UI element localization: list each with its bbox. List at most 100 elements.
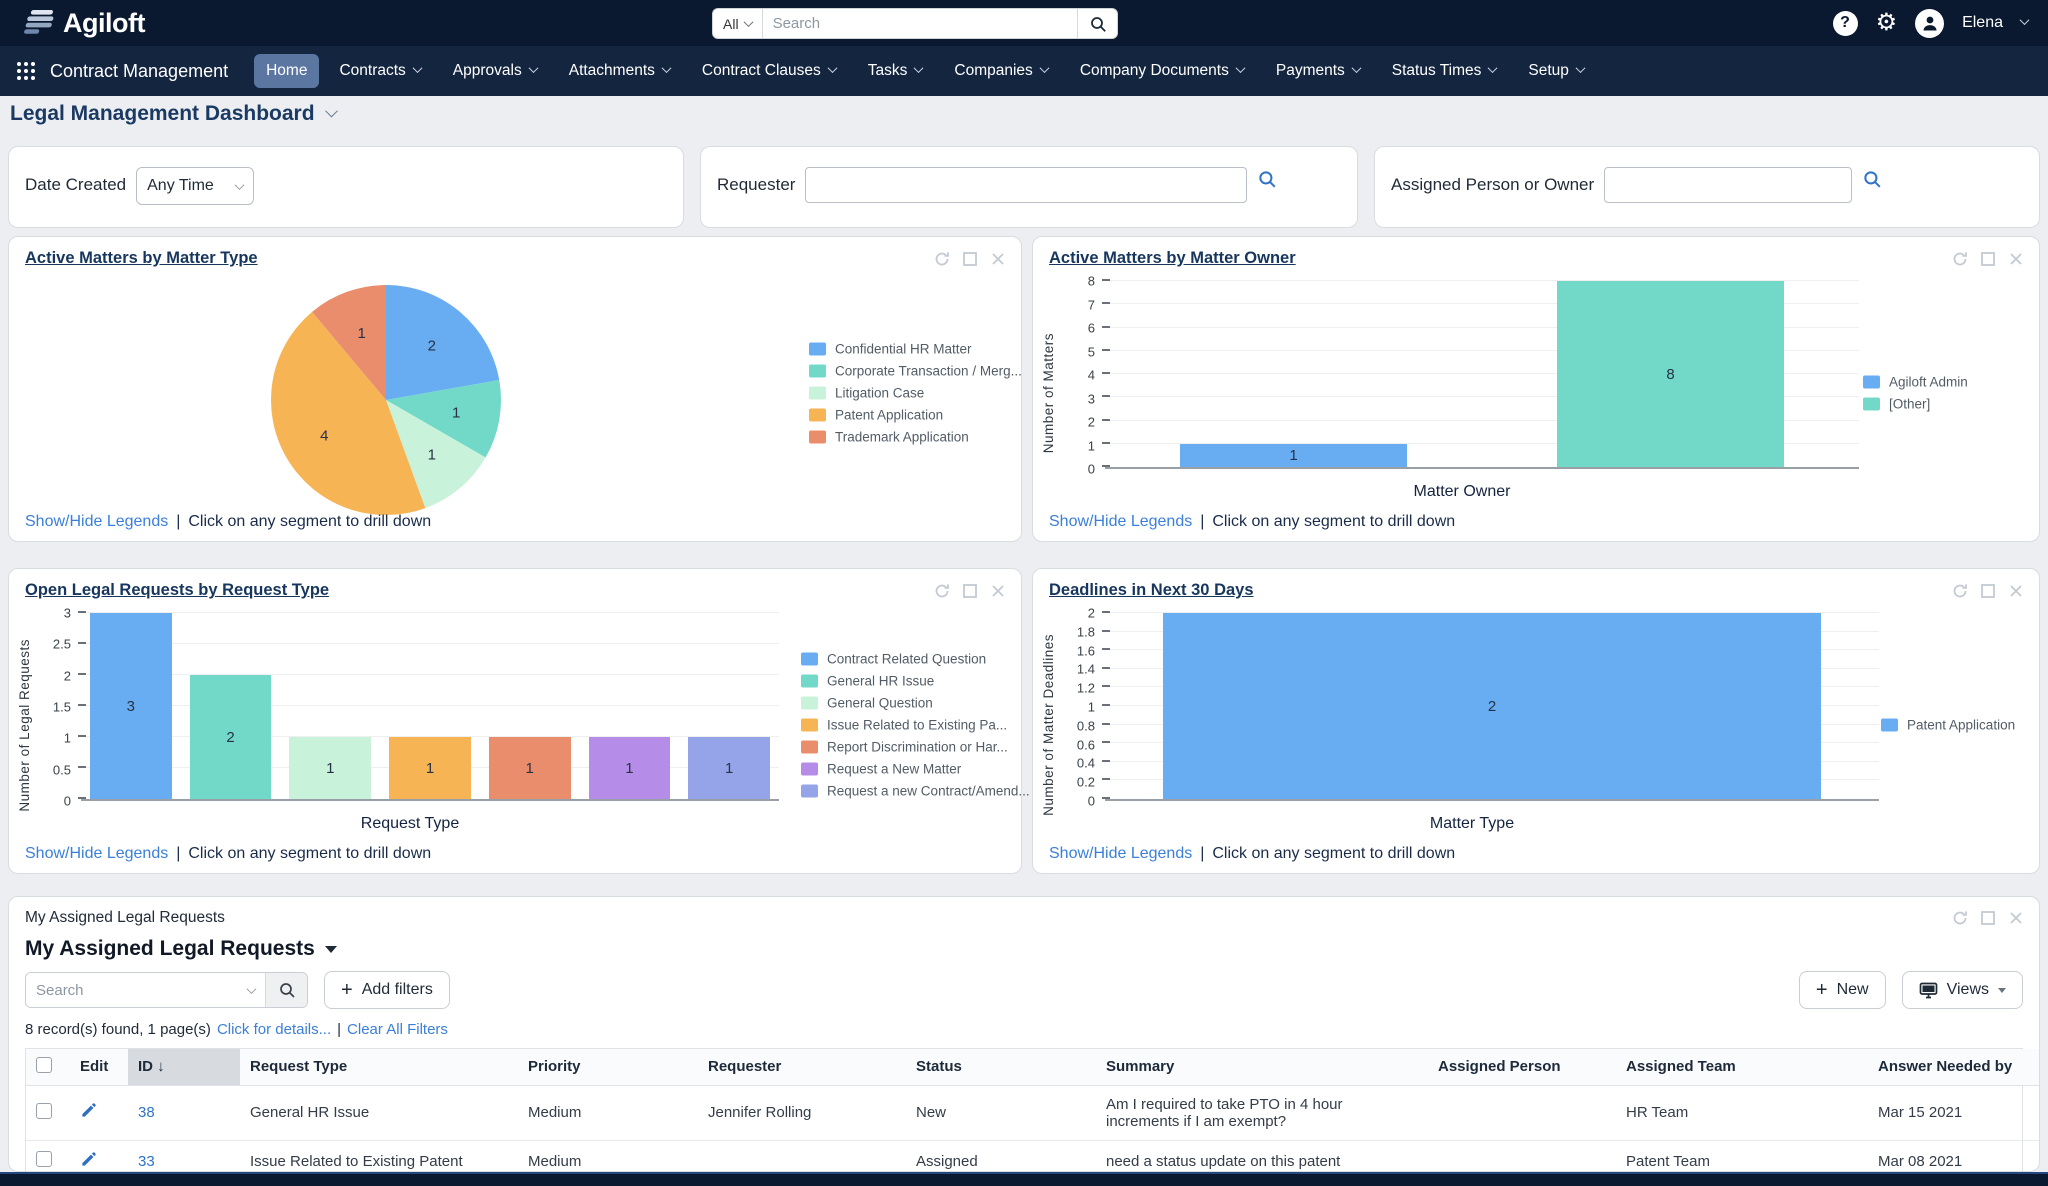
user-menu-chevron-icon[interactable] — [2020, 15, 2030, 25]
nav-item-company-documents[interactable]: Company Documents — [1068, 54, 1256, 88]
new-button[interactable]: + New — [1799, 971, 1886, 1009]
bar-request-a-new-matter[interactable]: 1 — [589, 737, 671, 799]
requester-lookup-icon[interactable] — [1257, 169, 1277, 194]
close-icon[interactable] — [2007, 582, 2025, 600]
nav-item-attachments[interactable]: Attachments — [557, 54, 682, 88]
bar-agiloft-admin[interactable]: 1 — [1180, 444, 1406, 467]
row-checkbox[interactable] — [36, 1151, 52, 1167]
bar-request-a-new-contract-amend[interactable]: 1 — [688, 737, 770, 799]
close-icon[interactable] — [2007, 250, 2025, 268]
column-header-answer-needed-by[interactable]: Answer Needed by — [1868, 1049, 2040, 1085]
row-checkbox[interactable] — [36, 1103, 52, 1119]
apps-grid-icon[interactable] — [16, 61, 36, 81]
show-hide-legends-link[interactable]: Show/Hide Legends — [25, 513, 168, 531]
close-icon[interactable] — [989, 582, 1007, 600]
refresh-icon[interactable] — [933, 582, 951, 600]
column-header-assigned-team[interactable]: Assigned Team — [1616, 1049, 1868, 1085]
bar-report-discrimination-or-har[interactable]: 1 — [489, 737, 571, 799]
assigned-person-input[interactable] — [1604, 167, 1852, 203]
avatar[interactable] — [1915, 9, 1944, 38]
search-input[interactable] — [763, 9, 1077, 38]
bar-chart[interactable]: Number of Matter Deadlines00.20.40.60.81… — [1041, 613, 1879, 837]
show-hide-legends-link[interactable]: Show/Hide Legends — [1049, 845, 1192, 863]
widget-title[interactable]: Deadlines in Next 30 Days — [1049, 581, 1254, 600]
clear-filters-link[interactable]: Clear All Filters — [347, 1021, 448, 1038]
details-link[interactable]: Click for details... — [217, 1021, 331, 1038]
legend-item-general-question[interactable]: General Question — [801, 696, 1030, 711]
legend-item-corporate-transaction-merg[interactable]: Corporate Transaction / Merg... — [809, 364, 1022, 379]
nav-item-status-times[interactable]: Status Times — [1380, 54, 1509, 88]
bar-general-question[interactable]: 1 — [289, 737, 371, 799]
select-all-checkbox[interactable] — [36, 1057, 52, 1073]
nav-item-contracts[interactable]: Contracts — [327, 54, 432, 88]
edit-icon[interactable] — [80, 1102, 97, 1119]
widget-title[interactable]: Open Legal Requests by Request Type — [25, 581, 329, 600]
nav-item-payments[interactable]: Payments — [1264, 54, 1372, 88]
bar-other[interactable]: 8 — [1557, 281, 1783, 467]
show-hide-legends-link[interactable]: Show/Hide Legends — [1049, 513, 1192, 531]
search-scope-select[interactable]: All — [713, 9, 763, 38]
refresh-icon[interactable] — [1951, 250, 1969, 268]
chevron-down-icon[interactable] — [247, 984, 257, 994]
nav-item-contract-clauses[interactable]: Contract Clauses — [690, 54, 848, 88]
column-header-requester[interactable]: Requester — [698, 1049, 906, 1085]
nav-item-home[interactable]: Home — [254, 54, 319, 88]
bar-chart[interactable]: Number of Matters01234567818Matter Owner — [1041, 281, 1859, 505]
user-name[interactable]: Elena — [1962, 14, 2003, 32]
date-created-select[interactable]: Any Time — [136, 167, 254, 205]
views-button[interactable]: Views — [1902, 971, 2023, 1009]
column-header-id[interactable]: ID ↓ — [128, 1049, 240, 1085]
refresh-icon[interactable] — [933, 250, 951, 268]
bar-contract-related-question[interactable]: 3 — [90, 613, 172, 799]
maximize-icon[interactable] — [961, 250, 979, 268]
table-menu-caret-icon[interactable] — [325, 946, 337, 953]
record-id-link[interactable]: 33 — [138, 1153, 155, 1170]
column-header-summary[interactable]: Summary — [1096, 1049, 1428, 1085]
nav-item-tasks[interactable]: Tasks — [856, 54, 935, 88]
show-hide-legends-link[interactable]: Show/Hide Legends — [25, 845, 168, 863]
table-search-input[interactable] — [26, 973, 248, 1007]
bar-chart[interactable]: Number of Legal Requests00.511.522.53321… — [17, 613, 779, 837]
refresh-icon[interactable] — [1951, 909, 1969, 927]
legend-item-report-discrimination-or-har[interactable]: Report Discrimination or Har... — [801, 740, 1030, 755]
legend-item-general-hr-issue[interactable]: General HR Issue — [801, 674, 1030, 689]
legend-item-confidential-hr-matter[interactable]: Confidential HR Matter — [809, 342, 1022, 357]
table-search-button[interactable] — [265, 973, 307, 1007]
legend-item-trademark-application[interactable]: Trademark Application — [809, 430, 1022, 445]
refresh-icon[interactable] — [1951, 582, 1969, 600]
legend-item-request-a-new-contract-amend[interactable]: Request a new Contract/Amend... — [801, 784, 1030, 799]
bar-issue-related-to-existing-pa[interactable]: 1 — [389, 737, 471, 799]
agiloft-logo[interactable]: Agiloft — [22, 8, 145, 39]
record-id-link[interactable]: 38 — [138, 1104, 155, 1121]
requester-input[interactable] — [805, 167, 1247, 203]
legend-item-contract-related-question[interactable]: Contract Related Question — [801, 652, 1030, 667]
pie-slice-confidential-hr-matter[interactable] — [386, 285, 499, 400]
dashboard-chevron-icon[interactable] — [325, 104, 338, 117]
column-header-priority[interactable]: Priority — [518, 1049, 698, 1085]
nav-item-approvals[interactable]: Approvals — [441, 54, 549, 88]
widget-title[interactable]: Active Matters by Matter Type — [25, 249, 258, 268]
widget-title[interactable]: Active Matters by Matter Owner — [1049, 249, 1296, 268]
legend-item-request-a-new-matter[interactable]: Request a New Matter — [801, 762, 1030, 777]
close-icon[interactable] — [2007, 909, 2025, 927]
legend-item-litigation-case[interactable]: Litigation Case — [809, 386, 1022, 401]
maximize-icon[interactable] — [1979, 250, 1997, 268]
help-icon[interactable]: ? — [1833, 11, 1858, 36]
edit-icon[interactable] — [80, 1151, 97, 1168]
gear-icon[interactable]: ⚙ — [1876, 11, 1898, 35]
bar-general-hr-issue[interactable]: 2 — [190, 675, 272, 799]
legend-item-other[interactable]: [Other] — [1863, 397, 2023, 412]
pie-chart[interactable]: 21141 — [17, 281, 537, 505]
legend-item-patent-application[interactable]: Patent Application — [1881, 718, 2029, 733]
legend-item-patent-application[interactable]: Patent Application — [809, 408, 1022, 423]
column-header-assigned-person[interactable]: Assigned Person — [1428, 1049, 1616, 1085]
column-header-edit[interactable]: Edit — [70, 1049, 128, 1085]
maximize-icon[interactable] — [961, 582, 979, 600]
legend-item-issue-related-to-existing-pa[interactable]: Issue Related to Existing Pa... — [801, 718, 1030, 733]
maximize-icon[interactable] — [1979, 909, 1997, 927]
bar-patent-application[interactable]: 2 — [1163, 613, 1821, 799]
legend-item-agiloft-admin[interactable]: Agiloft Admin — [1863, 375, 2023, 390]
nav-item-companies[interactable]: Companies — [942, 54, 1059, 88]
search-button[interactable] — [1077, 9, 1117, 38]
close-icon[interactable] — [989, 250, 1007, 268]
